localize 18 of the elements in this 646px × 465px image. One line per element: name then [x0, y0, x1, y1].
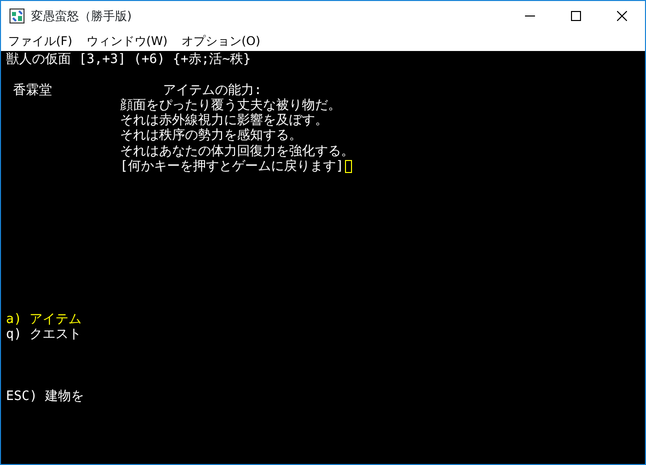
ability-text: それはあなたの体力回復力を強化する。 [120, 144, 354, 159]
ability-text: 顔面をぴったり覆う丈夫な被り物だ。 [120, 98, 341, 113]
command-option: ESC) 建物を [6, 388, 84, 404]
menu-item[interactable]: ウィンドウ(W) [79, 31, 174, 51]
ability-heading: アイテムの能力: [163, 82, 262, 98]
app-icon [9, 8, 25, 24]
menu-item[interactable]: ファイル(F) [1, 31, 80, 51]
ability-text: それは赤外線視力に影響を及ぼす。 [120, 113, 328, 128]
item-status-line: 獣人の仮面 [3,+3] (+6) {+赤;活~秩} [6, 52, 251, 68]
menu-item[interactable]: オプション(O) [174, 31, 268, 51]
window-title: 変愚蛮怒（勝手版) [31, 8, 132, 25]
key-prompt: [何かキーを押すとゲームに戻ります] [120, 159, 344, 174]
maximize-icon [571, 11, 581, 21]
command-option: a) アイテム [6, 312, 82, 328]
shop-name: 香霖堂 [13, 82, 52, 98]
command-option: q) クエスト [6, 327, 82, 343]
close-icon [617, 11, 627, 21]
ability-text: それは秩序の勢力を感知する。 [120, 128, 302, 144]
